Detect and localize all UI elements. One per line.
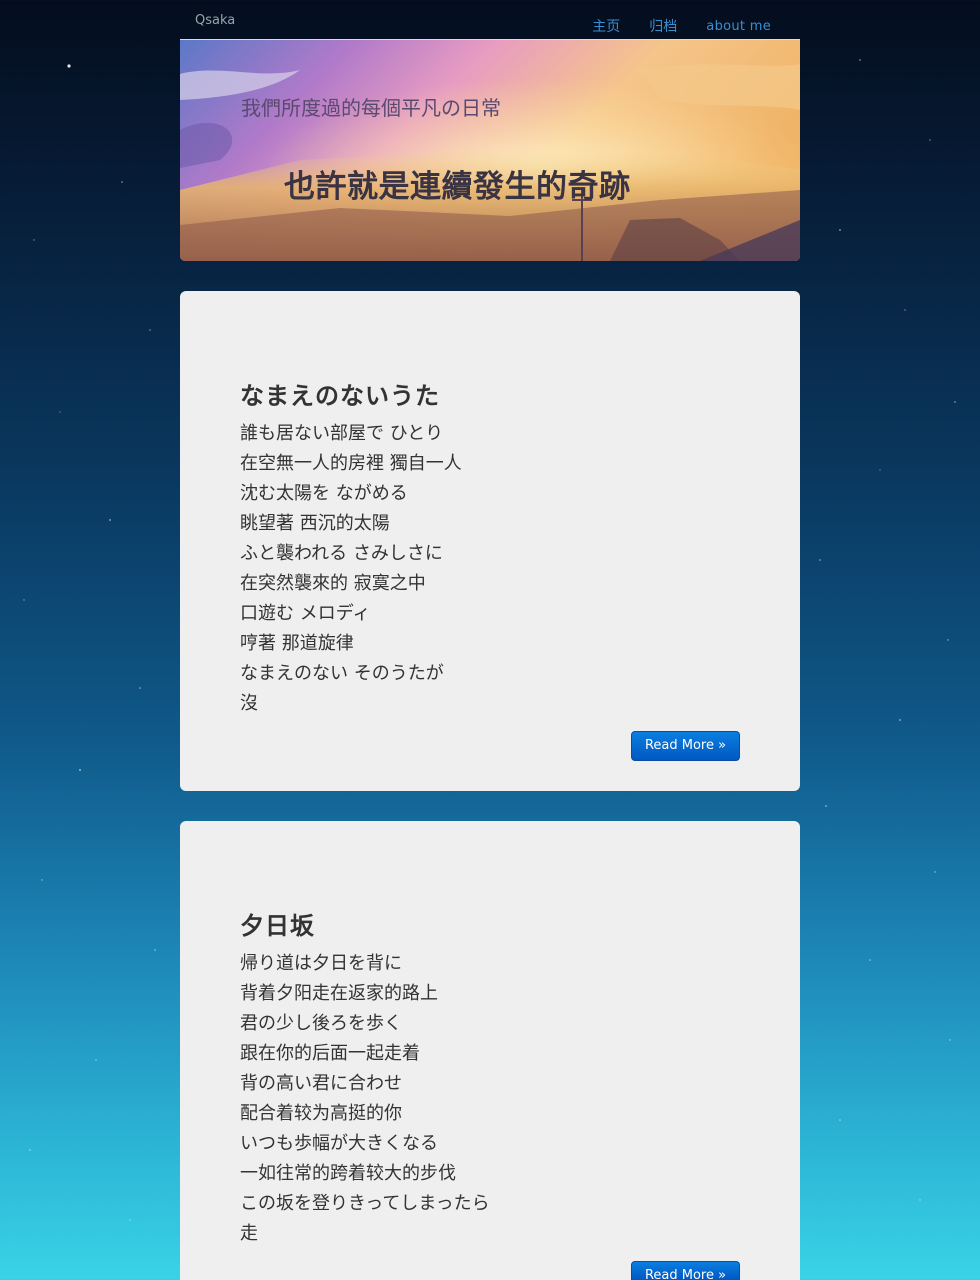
nav-item-home[interactable]: 主页	[592, 18, 620, 36]
excerpt-line: 哼著 那道旋律	[240, 633, 354, 654]
excerpt-line: 背着夕阳走在返家的路上	[240, 983, 438, 1004]
excerpt-line: 君の少し後ろを歩く	[240, 1013, 402, 1034]
excerpt-line: 跟在你的后面一起走着	[240, 1043, 420, 1064]
read-more-button[interactable]: Read More »	[631, 731, 740, 761]
post-title[interactable]: 夕日坂	[240, 906, 315, 941]
excerpt-line: 沒	[240, 693, 258, 714]
top-navbar: Qsaka 主页 归档 about me	[180, 0, 800, 40]
read-more-button[interactable]: Read More »	[631, 1261, 740, 1280]
excerpt-line: 一如往常的跨着较大的步伐	[240, 1163, 456, 1184]
excerpt-line: ふと襲われる さみしさに	[240, 543, 443, 564]
post-excerpt: 帰り道は夕日を背に 背着夕阳走在返家的路上 君の少し後ろを歩く 跟在你的后面一起…	[240, 949, 490, 1249]
sunset-cityscape-image	[180, 40, 800, 261]
excerpt-line: この坂を登りきってしまったら	[240, 1193, 490, 1214]
nav-item-about[interactable]: about me	[706, 18, 771, 36]
excerpt-line: 眺望著 西沉的太陽	[240, 513, 390, 534]
excerpt-line: 在空無一人的房裡 獨自一人	[240, 453, 462, 474]
post-card: 夕日坂 帰り道は夕日を背に 背着夕阳走在返家的路上 君の少し後ろを歩く 跟在你的…	[180, 821, 800, 1280]
excerpt-line: 配合着较为高挺的你	[240, 1103, 402, 1124]
brand-link[interactable]: Qsaka	[195, 13, 235, 28]
hero-title: 也許就是連續發生的奇跡	[284, 169, 631, 205]
excerpt-line: 誰も居ない部屋で ひとり	[240, 423, 444, 444]
excerpt-line: 走	[240, 1223, 258, 1244]
excerpt-line: 帰り道は夕日を背に	[240, 953, 402, 974]
nav-item-archive[interactable]: 归档	[649, 18, 677, 36]
hero-banner: 我們所度過的每個平凡の日常 也許就是連續發生的奇跡	[180, 40, 800, 261]
post-title[interactable]: なまえのないうた	[240, 376, 440, 411]
excerpt-line: 口遊む メロディ	[240, 603, 371, 624]
excerpt-line: いつも歩幅が大きくなる	[240, 1133, 438, 1154]
page-container: Qsaka 主页 归档 about me 我們所度過的每個平凡の日常 也許就是連…	[180, 0, 800, 1280]
hero-subtitle: 我們所度過的每個平凡の日常	[241, 96, 501, 120]
post-excerpt: 誰も居ない部屋で ひとり 在空無一人的房裡 獨自一人 沈む太陽を ながめる 眺望…	[240, 419, 462, 719]
excerpt-line: 在突然襲來的 寂寞之中	[240, 573, 426, 594]
main-nav: 主页 归档 about me	[592, 18, 800, 36]
post-card: なまえのないうた 誰も居ない部屋で ひとり 在空無一人的房裡 獨自一人 沈む太陽…	[180, 291, 800, 791]
excerpt-line: 背の高い君に合わせ	[240, 1073, 402, 1094]
excerpt-line: なまえのない そのうたが	[240, 663, 444, 684]
excerpt-line: 沈む太陽を ながめる	[240, 483, 408, 504]
